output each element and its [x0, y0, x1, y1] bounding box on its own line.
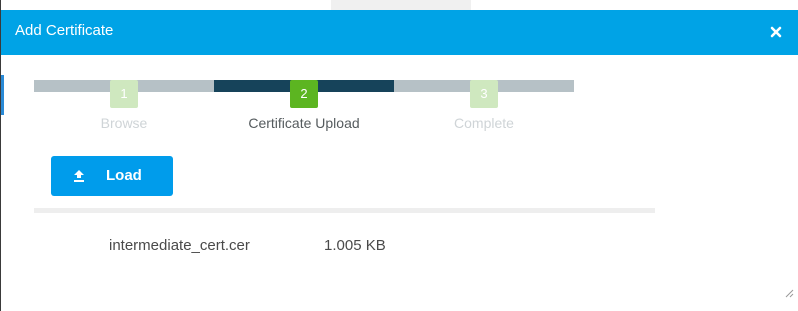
step-label: Complete — [454, 115, 514, 131]
left-edge-accent — [1, 75, 4, 115]
step-number-badge: 2 — [290, 80, 318, 108]
load-button[interactable]: Load — [51, 156, 173, 196]
file-name: intermediate_cert.cer — [109, 237, 250, 254]
load-button-label: Load — [106, 167, 142, 184]
add-certificate-dialog: Add Certificate 1 Browse 2 Certificate U… — [0, 0, 798, 311]
upload-icon — [73, 169, 85, 183]
step-certificate-upload: 2 Certificate Upload — [214, 80, 394, 140]
step-number-badge: 3 — [470, 80, 498, 108]
close-icon[interactable] — [769, 25, 783, 39]
step-complete: 3 Complete — [394, 80, 574, 140]
step-browse: 1 Browse — [34, 80, 214, 140]
step-number-badge: 1 — [110, 80, 138, 108]
divider — [34, 208, 655, 213]
file-size: 1.005 KB — [324, 237, 386, 254]
dialog-title: Add Certificate — [15, 22, 114, 39]
background-strip — [331, 0, 471, 10]
step-label: Browse — [100, 115, 148, 131]
wizard-stepper: 1 Browse 2 Certificate Upload 3 Complete — [34, 80, 574, 140]
dialog-header: Add Certificate — [1, 10, 798, 55]
step-label: Certificate Upload — [248, 115, 360, 131]
resize-grip-icon[interactable] — [784, 285, 794, 298]
